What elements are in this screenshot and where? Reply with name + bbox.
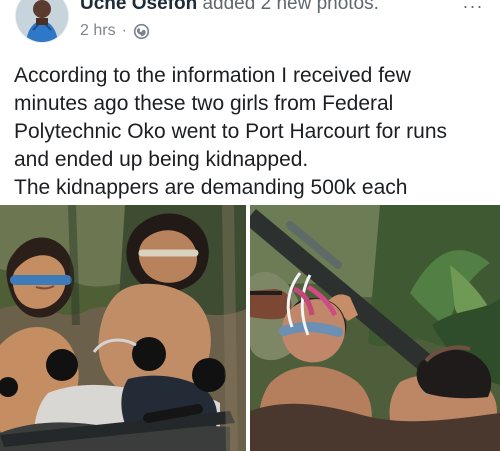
more-options-button[interactable]: ... xyxy=(463,0,484,13)
author-name[interactable]: Uche Osefoh xyxy=(80,0,197,14)
post-action: added 2 new photos. xyxy=(202,0,379,14)
meta-separator: · xyxy=(121,22,127,39)
post-text: According to the information I received … xyxy=(14,64,448,199)
globe-icon[interactable] xyxy=(133,23,150,40)
photo-1[interactable] xyxy=(0,205,246,451)
facebook-post: Uche Osefoh added 2 new photos. 2 hrs · … xyxy=(0,0,500,451)
photo-2[interactable] xyxy=(250,205,500,451)
post-meta: 2 hrs · xyxy=(80,21,150,41)
post-header: Uche Osefoh added 2 new photos. 2 hrs · … xyxy=(0,0,500,52)
post-time[interactable]: 2 hrs xyxy=(80,21,116,41)
author-avatar[interactable] xyxy=(16,0,68,42)
author-line: Uche Osefoh added 2 new photos. xyxy=(80,0,379,16)
